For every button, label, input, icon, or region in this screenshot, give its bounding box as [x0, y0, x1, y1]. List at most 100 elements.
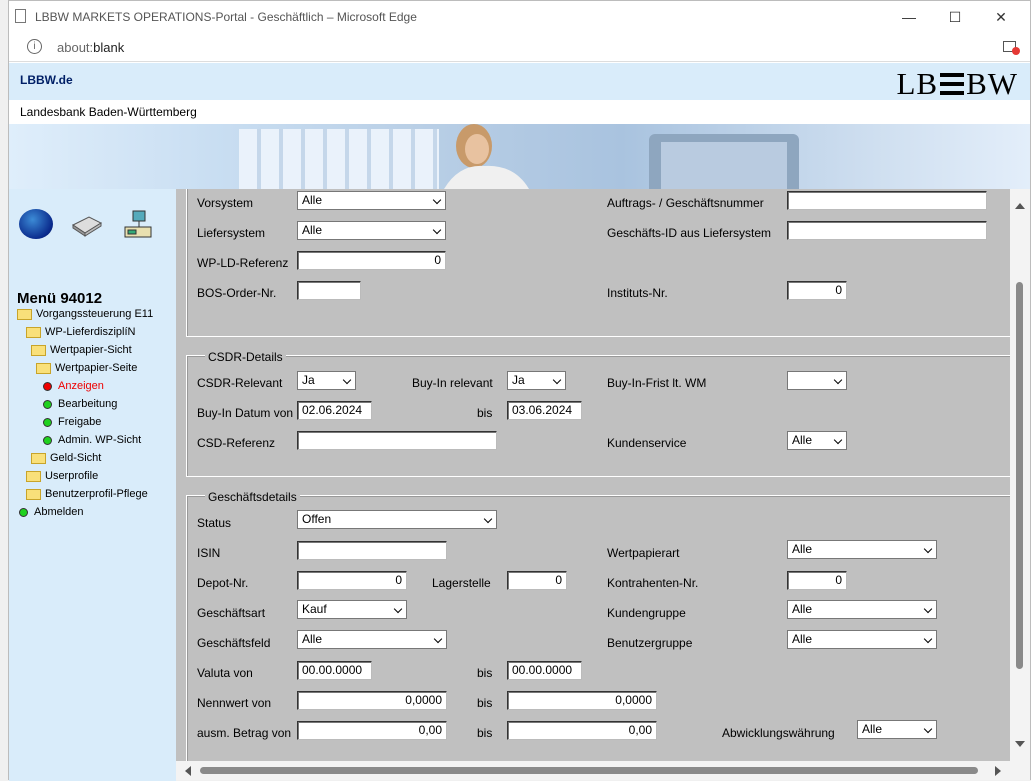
tree-item-geld-sicht[interactable]: Geld-Sicht [31, 452, 101, 464]
logo-left: LB [896, 66, 939, 101]
valuta-bis-input[interactable]: 00.00.0000 [507, 661, 582, 680]
scroll-up-icon[interactable] [1015, 203, 1025, 209]
csdr-relevant-select[interactable]: Ja [297, 371, 356, 390]
geschaeftsfeld-select[interactable]: Alle [297, 630, 447, 649]
valuta-label: Valuta von [197, 666, 253, 680]
address-url[interactable]: about:blank [57, 40, 124, 55]
tree-item-benutzerprofil-pflege[interactable]: Benutzerprofil-Pflege [26, 488, 148, 500]
nennwert-von-input[interactable]: 0,0000 [297, 691, 447, 710]
betrag-bis-input[interactable]: 0,00 [507, 721, 657, 740]
geschaeftsart-select[interactable]: Kauf [297, 600, 407, 619]
network-computer-icon[interactable] [119, 209, 157, 241]
scroll-right-icon[interactable] [995, 766, 1001, 776]
tree-item-vorgangssteuerung[interactable]: Vorgangssteuerung E11 [17, 308, 153, 320]
kontrahenten-label: Kontrahenten-Nr. [607, 576, 699, 590]
lagerstelle-input[interactable]: 0 [507, 571, 567, 590]
waehrung-label: Abwicklungswährung [722, 726, 835, 740]
auftrag-input[interactable] [787, 191, 987, 210]
betrag-von-input[interactable]: 0,00 [297, 721, 447, 740]
address-url-prefix: about: [57, 40, 94, 55]
csdr-legend: CSDR-Details [205, 350, 286, 364]
tree-item-anzeigen[interactable]: Anzeigen [43, 380, 104, 392]
printer-icon[interactable] [71, 213, 103, 237]
vorsystem-label: Vorsystem [197, 196, 254, 210]
folder-icon [31, 452, 46, 464]
vertical-scroll-thumb[interactable] [1016, 282, 1023, 669]
buyin-frist-select[interactable] [787, 371, 847, 390]
bos-input[interactable] [297, 281, 361, 300]
kundenservice-select[interactable]: Alle [787, 431, 847, 450]
tree-item-label: Userprofile [45, 470, 99, 482]
valuta-bis-label: bis [477, 666, 493, 680]
tree-item-wertpapier-seite[interactable]: Wertpapier-Seite [36, 362, 137, 374]
info-icon[interactable]: i [27, 39, 42, 54]
tree-item-label: Vorgangssteuerung E11 [36, 308, 154, 320]
kundengruppe-select[interactable]: Alle [787, 600, 937, 619]
green-status-dot-icon [19, 507, 28, 517]
valuta-von-input[interactable]: 00.00.0000 [297, 661, 372, 680]
csdr-relevant-label: CSDR-Relevant [197, 376, 283, 390]
tree-item-bearbeitung[interactable]: Bearbeitung [43, 398, 117, 410]
horizontal-scroll-thumb[interactable] [200, 767, 978, 774]
scroll-left-icon[interactable] [185, 766, 191, 776]
lbbw-link[interactable]: LBBW.de [20, 73, 73, 87]
nennwert-bis-label: bis [477, 696, 493, 710]
liefersystem-label: Liefersystem [197, 226, 266, 240]
liefersystem-select[interactable]: Alle [297, 221, 446, 240]
buyin-von-input[interactable]: 02.06.2024 [297, 401, 372, 420]
betrag-bis-label: bis [477, 726, 493, 740]
buyin-relevant-select[interactable]: Ja [507, 371, 566, 390]
address-url-main: blank [93, 40, 125, 55]
isin-input[interactable] [297, 541, 447, 560]
auftrag-label: Auftrags- / Geschäftsnummer [607, 196, 764, 210]
maximize-button[interactable]: ☐ [932, 1, 978, 33]
folder-icon [26, 488, 41, 500]
geschaeftsid-label: Geschäfts-ID aus Liefersystem [607, 226, 772, 240]
minimize-button[interactable]: — [886, 1, 932, 33]
tree-item-wertpapier-sicht[interactable]: Wertpapier-Sicht [31, 344, 132, 356]
kontrahenten-input[interactable]: 0 [787, 571, 847, 590]
horizontal-scrollbar[interactable] [176, 761, 1010, 780]
menu-title: Menü 94012 [17, 290, 103, 307]
wpld-input[interactable]: 0 [297, 251, 446, 270]
instituts-label: Instituts-Nr. [607, 286, 668, 300]
tree-item-wp-lieferdisziplin[interactable]: WP-LieferdisziplíN [26, 326, 135, 338]
scrollbar-corner [1010, 761, 1030, 780]
benutzergruppe-select[interactable]: Alle [787, 630, 937, 649]
benutzergruppe-label: Benutzergruppe [607, 636, 693, 650]
globe-icon[interactable] [19, 209, 53, 239]
address-bar[interactable]: i about:blank [9, 33, 1030, 62]
tree-item-label: Bearbeitung [58, 398, 118, 410]
tree-item-admin-wp-sicht[interactable]: Admin. WP-Sicht [43, 434, 141, 446]
scroll-down-icon[interactable] [1015, 741, 1025, 747]
status-label: Status [197, 516, 232, 530]
csd-referenz-input[interactable] [297, 431, 497, 450]
kundengruppe-label: Kundengruppe [607, 606, 686, 620]
tree-item-label: Anzeigen [58, 380, 104, 392]
close-button[interactable]: ✕ [978, 1, 1024, 33]
betrag-label: ausm. Betrag von [197, 726, 292, 740]
tree-item-abmelden[interactable]: Abmelden [19, 506, 84, 518]
tree-item-userprofile[interactable]: Userprofile [26, 470, 98, 482]
buyin-bis-input[interactable]: 03.06.2024 [507, 401, 582, 420]
tree-item-label: Benutzerprofil-Pflege [45, 488, 148, 500]
depot-input[interactable]: 0 [297, 571, 407, 590]
portal-header: LBBW.de LB BW [9, 63, 1030, 101]
vorsystem-select[interactable]: Alle [297, 191, 446, 210]
green-status-dot-icon [43, 399, 52, 409]
geschaeftsid-input[interactable] [787, 221, 987, 240]
tree-item-freigabe[interactable]: Freigabe [43, 416, 101, 428]
tree-item-label: WP-LieferdisziplíN [45, 326, 136, 338]
sidebar: Menü 94012 Vorgangssteuerung E11 WP-Lief… [9, 189, 176, 781]
buyin-frist-label: Buy-In-Frist lt. WM [607, 376, 707, 390]
waehrung-select[interactable]: Alle [857, 720, 937, 739]
instituts-input[interactable]: 0 [787, 281, 847, 300]
tree-item-label: Abmelden [34, 506, 84, 518]
nennwert-bis-input[interactable]: 0,0000 [507, 691, 657, 710]
green-status-dot-icon [43, 435, 52, 445]
status-select[interactable]: Offen [297, 510, 497, 529]
tree-item-label: Admin. WP-Sicht [58, 434, 142, 446]
page-icon [15, 9, 26, 23]
wertpapierart-select[interactable]: Alle [787, 540, 937, 559]
vertical-scrollbar[interactable] [1010, 189, 1030, 761]
